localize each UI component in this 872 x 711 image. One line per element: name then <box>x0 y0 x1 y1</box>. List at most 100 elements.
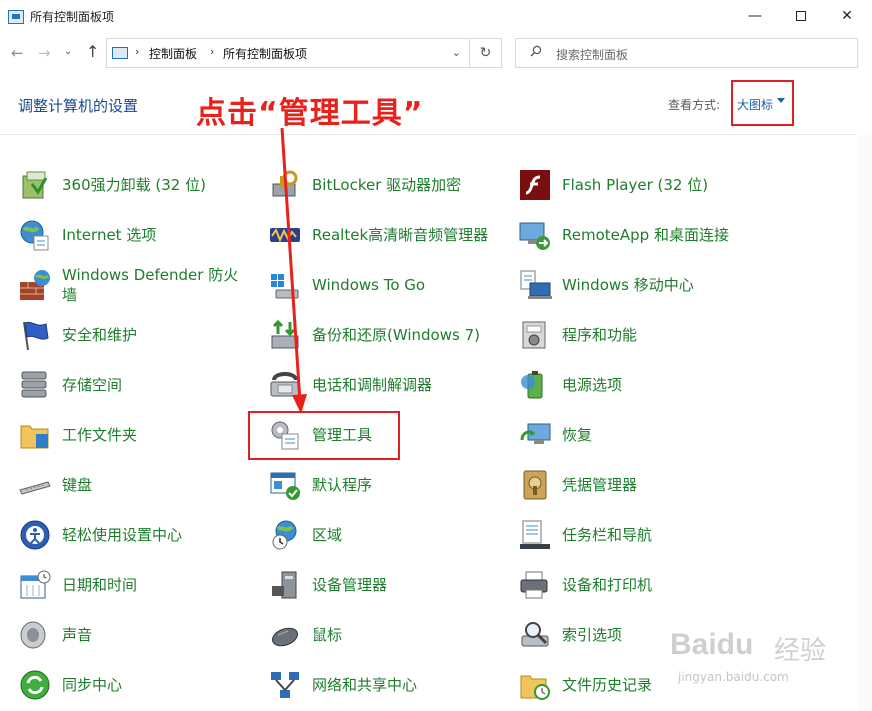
internet-options-icon <box>20 220 49 251</box>
cp-item-mouse[interactable]: 鼠标 <box>268 613 508 657</box>
cp-item-label: 同步中心 <box>62 676 123 694</box>
window-title: 所有控制面板项 <box>30 10 115 24</box>
cp-item-label: 网络和共享中心 <box>312 676 418 694</box>
cp-item-recovery[interactable]: 恢复 <box>518 413 848 457</box>
bitlocker-icon <box>272 170 298 197</box>
cp-item-label: 电话和调制解调器 <box>312 376 433 394</box>
view-by-dropdown[interactable]: 大图标 <box>731 80 794 126</box>
cp-item-work-folders[interactable]: 工作文件夹 <box>18 413 248 457</box>
divider <box>0 134 856 135</box>
cp-item-sound[interactable]: 声音 <box>18 613 248 657</box>
watermark-text: 经验 <box>774 636 827 666</box>
breadcrumb-all-items[interactable]: 所有控制面板项 <box>223 45 307 62</box>
cp-item-label: Windows 移动中心 <box>562 276 694 294</box>
address-bar[interactable]: › 控制面板 › 所有控制面板项 ⌄ <box>106 38 470 68</box>
cp-item-internet-options[interactable]: Internet 选项 <box>18 213 248 257</box>
cp-item-ease-of-access[interactable]: 轻松使用设置中心 <box>18 513 248 557</box>
realtek-audio-icon <box>270 227 300 243</box>
search-icon <box>530 45 542 57</box>
indexing-icon <box>521 622 549 647</box>
view-by-value: 大图标 <box>737 98 774 112</box>
vertical-scrollbar[interactable] <box>858 135 872 711</box>
cp-item-flash-player[interactable]: Flash Player (32 位) <box>518 163 848 207</box>
cp-item-label: Windows To Go <box>312 276 426 294</box>
network-icon <box>271 672 299 698</box>
cp-item-label: 默认程序 <box>312 476 373 494</box>
cp-item-power-options[interactable]: 电源选项 <box>518 363 848 407</box>
breadcrumb-separator: › <box>135 45 140 58</box>
watermark-url: jingyan.baidu.com <box>678 670 789 684</box>
maximize-icon <box>796 11 806 21</box>
cp-item-region[interactable]: 区域 <box>268 513 508 557</box>
cp-item-label: BitLocker 驱动器加密 <box>312 176 462 194</box>
uninstall-icon <box>22 171 48 199</box>
highlight-admin-tools <box>248 411 400 460</box>
forward-button[interactable]: → <box>38 44 51 62</box>
cp-item-phone-modem[interactable]: 电话和调制解调器 <box>268 363 508 407</box>
default-programs-icon <box>270 472 300 500</box>
region-icon <box>272 520 297 550</box>
page-title: 调整计算机的设置 <box>18 97 139 115</box>
close-button[interactable]: ✕ <box>824 0 870 32</box>
cp-item-date-time[interactable]: 日期和时间 <box>18 563 248 607</box>
cp-item-taskbar-navigation[interactable]: 任务栏和导航 <box>518 513 848 557</box>
cp-item-programs-features[interactable]: 程序和功能 <box>518 313 848 357</box>
minimize-button[interactable]: — <box>732 0 778 32</box>
firewall-icon <box>20 270 50 300</box>
cp-item-security-maintenance[interactable]: 安全和维护 <box>18 313 248 357</box>
cp-item-bitlocker[interactable]: BitLocker 驱动器加密 <box>268 163 508 207</box>
cp-item-mobility-center[interactable]: Windows 移动中心 <box>518 263 848 307</box>
title-bar: 所有控制面板项 — ✕ <box>0 0 872 34</box>
cp-item-label: 区域 <box>312 526 343 544</box>
mobility-center-icon <box>520 270 552 299</box>
cp-item-label: Internet 选项 <box>62 226 157 244</box>
power-options-icon <box>521 371 543 399</box>
cp-item-label: 恢复 <box>562 426 593 444</box>
view-by-label: 查看方式: <box>668 98 721 112</box>
search-input[interactable]: 搜索控制面板 <box>515 38 858 68</box>
cp-item-label: 工作文件夹 <box>62 426 138 444</box>
cp-item-label: Realtek高清晰音频管理器 <box>312 226 489 244</box>
cp-item-default-programs[interactable]: 默认程序 <box>268 463 508 507</box>
watermark: Baidu 经验 jingyan.baidu.com <box>670 628 860 688</box>
cp-item-360-uninstall[interactable]: 360强力卸载 (32 位) <box>18 163 248 207</box>
cp-item-label: 电源选项 <box>562 376 623 394</box>
recent-locations-button[interactable]: ⌄ <box>64 46 72 57</box>
taskbar-icon <box>520 520 550 549</box>
caret-down-icon <box>777 98 785 103</box>
cp-item-label: 声音 <box>62 626 93 644</box>
keyboard-icon <box>19 481 51 495</box>
sound-icon <box>20 621 46 649</box>
refresh-button[interactable]: ↻ <box>470 38 502 68</box>
cp-item-storage-spaces[interactable]: 存储空间 <box>18 363 248 407</box>
cp-item-windows-to-go[interactable]: Windows To Go <box>268 263 508 307</box>
cp-item-realtek-audio[interactable]: Realtek高清晰音频管理器 <box>268 213 508 257</box>
mouse-icon <box>271 627 299 647</box>
cp-item-label: Windows Defender 防火墙 <box>62 266 239 304</box>
cp-item-firewall[interactable]: Windows Defender 防火墙 <box>18 263 248 307</box>
flash-icon <box>520 170 550 200</box>
cp-item-devices-printers[interactable]: 设备和打印机 <box>518 563 848 607</box>
date-time-icon <box>20 570 51 599</box>
cp-item-label: RemoteApp 和桌面连接 <box>562 226 729 244</box>
cp-item-backup-restore[interactable]: 备份和还原(Windows 7) <box>268 313 508 357</box>
maximize-button[interactable] <box>778 0 824 32</box>
cp-item-label: 360强力卸载 (32 位) <box>62 176 206 194</box>
phone-modem-icon <box>270 372 300 397</box>
recovery-icon <box>520 423 551 444</box>
cp-item-sync-center[interactable]: 同步中心 <box>18 663 248 707</box>
back-button[interactable]: ← <box>11 44 24 62</box>
cp-item-label: 索引选项 <box>562 626 623 644</box>
chevron-down-icon[interactable]: ⌄ <box>452 46 461 59</box>
cp-item-device-manager[interactable]: 设备管理器 <box>268 563 508 607</box>
cp-item-label: 文件历史记录 <box>562 676 653 694</box>
up-button[interactable]: ↑ <box>86 42 99 61</box>
breadcrumb-control-panel[interactable]: 控制面板 <box>149 45 197 62</box>
cp-item-credential-manager[interactable]: 凭据管理器 <box>518 463 848 507</box>
cp-item-remoteapp[interactable]: RemoteApp 和桌面连接 <box>518 213 848 257</box>
cp-item-keyboard[interactable]: 键盘 <box>18 463 248 507</box>
cp-item-label: 日期和时间 <box>62 576 138 594</box>
credential-manager-icon <box>523 470 547 500</box>
cp-item-network-sharing[interactable]: 网络和共享中心 <box>268 663 508 707</box>
cp-item-label: 程序和功能 <box>562 326 638 344</box>
